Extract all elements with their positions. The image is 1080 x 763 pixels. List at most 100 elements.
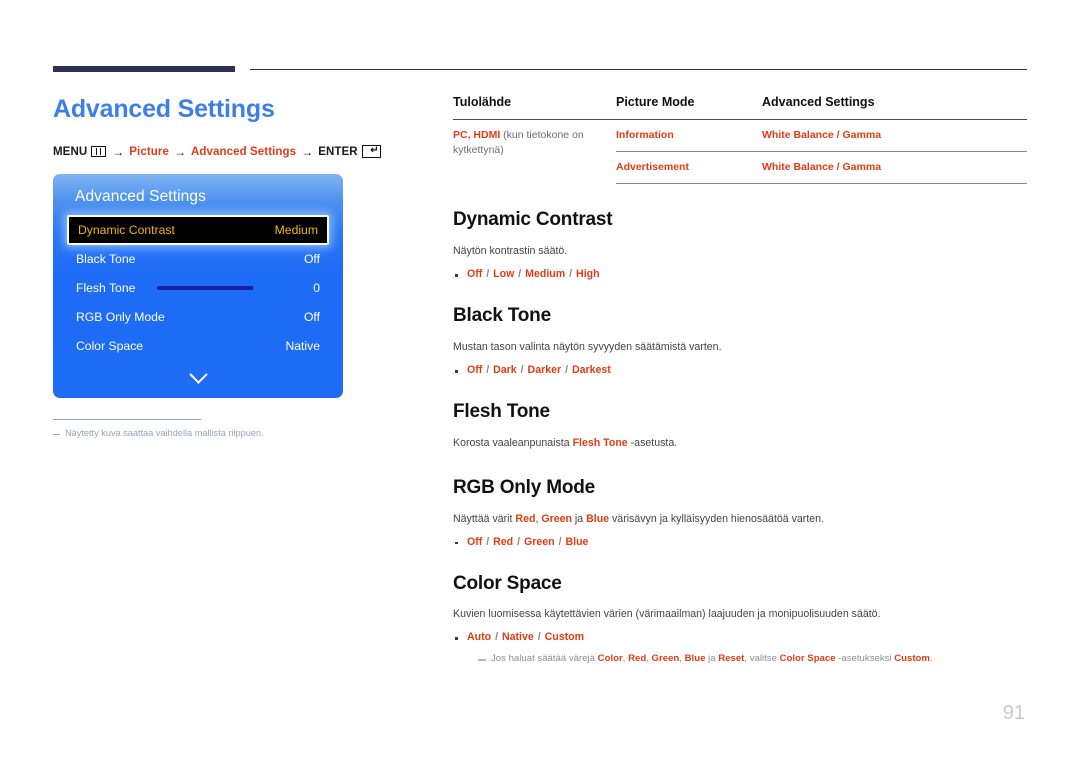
- subnote-highlight: Reset: [718, 653, 745, 665]
- table-header-picture-mode: Picture Mode: [616, 95, 695, 109]
- footnote-dash-icon: [53, 433, 60, 436]
- support-matrix-table: Tulolähde Picture Mode Advanced Settings…: [453, 95, 1027, 185]
- option-value: Off: [467, 364, 483, 376]
- osd-row-rgb-only-mode[interactable]: RGB Only Mode Off: [67, 303, 329, 332]
- osd-label: Black Tone: [76, 252, 136, 267]
- section-options: Off / Dark / Darker / Darkest: [453, 364, 1027, 376]
- table-cell-source: PC, HDMI (kun tietokone on kytkettynä): [453, 120, 616, 184]
- breadcrumb-arrow-1: →: [112, 144, 125, 159]
- desc-highlight: Blue: [586, 512, 610, 525]
- desc-highlight: Flesh Tone: [572, 436, 628, 449]
- option-value: Red: [493, 535, 514, 548]
- subnote-text: , valitse: [744, 653, 780, 665]
- section-description: Näyttää värit Red, Green ja Blue värisäv…: [453, 512, 1027, 528]
- chevron-down-icon: [188, 365, 208, 384]
- subnote-text: ja: [705, 653, 719, 665]
- osd-preview-panel: Advanced Settings Dynamic Contrast Mediu…: [53, 173, 343, 398]
- option-value: Low: [493, 268, 515, 281]
- osd-value: Off: [303, 310, 320, 325]
- osd-row-color-space[interactable]: Color Space Native: [67, 332, 329, 361]
- section-heading: Dynamic Contrast: [453, 209, 613, 231]
- osd-value: Medium: [274, 222, 318, 237]
- table-header-row: Tulolähde Picture Mode Advanced Settings: [453, 95, 1027, 120]
- subnote-highlight: Color Space: [779, 653, 836, 665]
- option-value: Auto: [467, 631, 492, 644]
- section-dynamic-contrast: Dynamic Contrast Näytön kontrastin säätö…: [453, 209, 1027, 281]
- desc-text: Kuvien luomisessa käytettävien värien (v…: [453, 608, 881, 621]
- osd-label: Color Space: [76, 339, 144, 354]
- table-header-advanced: Advanced Settings: [762, 95, 875, 109]
- breadcrumb: MENU → Picture → Advanced Settings → ENT…: [53, 145, 423, 159]
- subnote-highlight: Red: [628, 653, 647, 665]
- menu-grid-icon: [91, 146, 107, 158]
- desc-highlight: Green: [541, 512, 572, 525]
- subnote-highlight: Green: [651, 653, 680, 665]
- enter-key-icon: ↵: [361, 145, 381, 159]
- osd-row-dynamic-contrast[interactable]: Dynamic Contrast Medium: [67, 214, 329, 245]
- osd-value: Off: [303, 252, 320, 267]
- subnote-text: -asetukseksi: [835, 653, 895, 665]
- section-heading: Flesh Tone: [453, 401, 550, 422]
- section-flesh-tone: Flesh Tone Korosta vaaleanpunaista Flesh…: [453, 401, 1027, 452]
- section-subnote: Jos haluat säätää värejä Color, Red, Gre…: [478, 652, 1027, 666]
- desc-text: värisävyn ja kylläisyyden hienosäätöä va…: [609, 512, 824, 525]
- flesh-tone-slider[interactable]: [156, 286, 253, 291]
- desc-text: Mustan tason valinta näytön syvyyden sää…: [453, 341, 722, 354]
- option-value: Custom: [544, 631, 585, 644]
- breadcrumb-advanced-settings: Advanced Settings: [190, 145, 297, 158]
- option-value: Medium: [525, 268, 566, 281]
- header-rule-bar: [53, 66, 235, 72]
- osd-slider-slot: [135, 286, 274, 291]
- subnote-text: .: [929, 653, 933, 665]
- subnote-highlight: Blue: [684, 653, 706, 665]
- option-value: Native: [501, 631, 534, 644]
- section-options: Auto / Native / Custom: [453, 631, 1027, 643]
- desc-text: Näytön kontrastin säätö.: [453, 245, 568, 258]
- option-value: Dark: [493, 364, 517, 376]
- osd-value: 0: [313, 281, 320, 296]
- page-title: Advanced Settings: [53, 95, 275, 123]
- table-cell-picture-mode: Advertisement: [616, 151, 762, 185]
- option-value: Darkest: [571, 364, 611, 376]
- section-black-tone: Black Tone Mustan tason valinta näytön s…: [453, 305, 1027, 376]
- table-cell-advanced: White Balance / Gamma: [762, 129, 882, 141]
- section-heading: Black Tone: [453, 305, 551, 327]
- desc-text: Korosta vaaleanpunaista: [453, 436, 573, 449]
- table-header-source: Tulolähde: [453, 95, 512, 109]
- breadcrumb-picture: Picture: [129, 145, 169, 158]
- footnote-text: Näytetty kuva saattaa vaihdella mallista…: [65, 427, 264, 438]
- desc-text: -asetusta.: [627, 436, 678, 449]
- desc-text: Näyttää värit: [453, 512, 516, 525]
- option-value: Green: [524, 535, 555, 548]
- section-color-space: Color Space Kuvien luomisessa käytettävi…: [453, 572, 1027, 667]
- right-column: Tulolähde Picture Mode Advanced Settings…: [453, 95, 1027, 667]
- osd-row-black-tone[interactable]: Black Tone Off: [67, 245, 329, 274]
- desc-highlight: Red: [515, 512, 536, 525]
- subnote-highlight: Color: [597, 653, 623, 665]
- footnote-rule: [53, 418, 201, 420]
- osd-row-flesh-tone[interactable]: Flesh Tone 0: [67, 274, 329, 303]
- table-cell-advanced: White Balance / Gamma: [762, 151, 1027, 185]
- left-column: Advanced Settings MENU → Picture → Advan…: [53, 95, 423, 438]
- section-heading: Color Space: [453, 572, 562, 594]
- section-description: Näytön kontrastin säätö.: [453, 244, 1027, 260]
- osd-label: Dynamic Contrast: [78, 222, 175, 237]
- header-rule-line: [250, 69, 1027, 70]
- section-description: Korosta vaaleanpunaista Flesh Tone -aset…: [453, 436, 1027, 452]
- table-head: Tulolähde Picture Mode Advanced Settings: [453, 95, 1027, 120]
- osd-panel-title: Advanced Settings: [75, 187, 206, 205]
- osd-scroll-down[interactable]: [53, 365, 343, 386]
- footnote: Näytetty kuva saattaa vaihdella mallista…: [53, 428, 423, 438]
- breadcrumb-arrow-3: →: [301, 144, 314, 159]
- table-row: PC, HDMI (kun tietokone on kytkettynä) I…: [453, 120, 1027, 156]
- osd-label: RGB Only Mode: [76, 310, 165, 325]
- section-rgb-only-mode: RGB Only Mode Näyttää värit Red, Green j…: [453, 477, 1027, 548]
- section-description: Kuvien luomisessa käytettävien värien (v…: [453, 607, 1027, 623]
- option-value: Blue: [565, 535, 589, 548]
- breadcrumb-enter-label: ENTER: [318, 145, 358, 158]
- option-value: Off: [467, 535, 483, 548]
- osd-value: Native: [285, 339, 320, 354]
- table-body: PC, HDMI (kun tietokone on kytkettynä) I…: [453, 120, 1027, 185]
- option-value: High: [576, 268, 600, 281]
- breadcrumb-arrow-2: →: [173, 144, 186, 159]
